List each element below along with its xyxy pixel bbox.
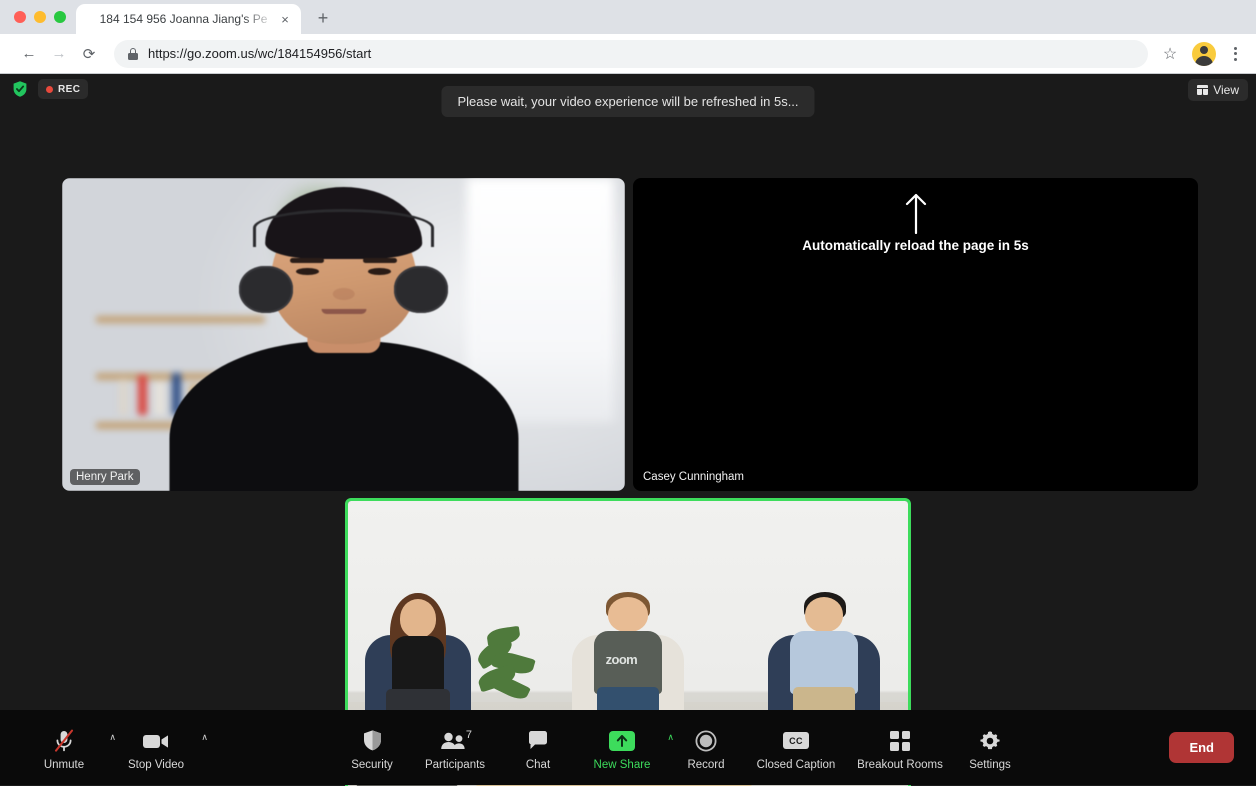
- settings-label: Settings: [969, 758, 1011, 771]
- recording-indicator[interactable]: REC: [38, 79, 89, 99]
- cc-icon-text: CC: [783, 732, 809, 749]
- grid-squares-icon: [890, 729, 910, 753]
- back-button[interactable]: ←: [14, 39, 44, 69]
- gear-icon: [979, 729, 1001, 753]
- record-button[interactable]: Record: [668, 725, 744, 771]
- security-button[interactable]: Security: [334, 725, 410, 771]
- address-bar[interactable]: https://go.zoom.us/wc/184154956/start: [114, 39, 1148, 68]
- closed-caption-label: Closed Caption: [756, 758, 836, 771]
- window-traffic-lights: [10, 0, 76, 34]
- video-stage: Henry Park Automatically reload the page…: [0, 74, 1256, 786]
- henry-park-person: [62, 178, 625, 491]
- bookmark-star-icon[interactable]: ☆: [1156, 40, 1184, 68]
- refresh-toast: Please wait, your video experience will …: [441, 86, 815, 117]
- participants-button[interactable]: 7 Participants: [410, 725, 500, 771]
- breakout-rooms-button[interactable]: Breakout Rooms: [848, 725, 952, 771]
- browser-chrome: 184 154 956 Joanna Jiang's Pe × + ← → ⟳ …: [0, 0, 1256, 74]
- participants-icon: 7: [440, 728, 472, 753]
- reload-notice-text: Automatically reload the page in 5s: [802, 238, 1029, 253]
- new-tab-button[interactable]: +: [309, 4, 337, 32]
- stop-video-button[interactable]: ∧ Stop Video: [110, 725, 208, 771]
- video-tile-henry-park[interactable]: Henry Park: [62, 178, 625, 491]
- plant-decor: [471, 623, 544, 715]
- recording-dot-icon: [46, 85, 53, 93]
- reload-notice: Automatically reload the page in 5s: [633, 192, 1198, 253]
- forward-button[interactable]: →: [44, 39, 74, 69]
- kebab-menu-icon[interactable]: [1224, 40, 1246, 68]
- unmute-label: Unmute: [43, 758, 85, 771]
- microphone-muted-icon: [53, 729, 75, 753]
- tab-title: 184 154 956 Joanna Jiang's Pe: [99, 12, 268, 26]
- share-screen-icon: [609, 729, 635, 753]
- maximize-window-button[interactable]: [54, 11, 66, 23]
- cc-icon: CC: [783, 729, 809, 753]
- browser-tab[interactable]: 184 154 956 Joanna Jiang's Pe ×: [76, 4, 301, 34]
- toolbar-center-group: Security 7 Participants Chat ∧ New Share…: [334, 725, 1028, 771]
- participants-count: 7: [465, 728, 472, 741]
- video-options-caret-icon[interactable]: ∧: [201, 732, 208, 742]
- profile-avatar-icon[interactable]: [1192, 41, 1216, 66]
- zoom-shirt-logo: zoom: [605, 651, 638, 667]
- end-meeting-button[interactable]: End: [1169, 732, 1234, 763]
- toolbar-left-group: ∧ Unmute ∧ Stop Video: [0, 725, 208, 771]
- up-arrow-icon: [903, 192, 929, 235]
- settings-button[interactable]: Settings: [952, 725, 1028, 771]
- toolbar-right-group: End: [1169, 732, 1234, 763]
- headphone-left-cup: [239, 265, 293, 313]
- tile-label-henry-park: Henry Park: [70, 469, 140, 485]
- tab-close-icon[interactable]: ×: [277, 11, 293, 27]
- lock-icon: [128, 47, 138, 60]
- encryption-shield-icon[interactable]: [10, 79, 30, 99]
- security-label: Security: [351, 758, 393, 771]
- zoom-meeting-window: REC View Please wait, your video experie…: [0, 74, 1256, 786]
- tile-label-casey-cunningham: Casey Cunningham: [643, 471, 745, 483]
- address-bar-url: https://go.zoom.us/wc/184154956/start: [148, 46, 372, 61]
- stop-video-label: Stop Video: [127, 758, 185, 771]
- browser-toolbar: ← → ⟳ https://go.zoom.us/wc/184154956/st…: [0, 34, 1256, 74]
- tab-strip: 184 154 956 Joanna Jiang's Pe × +: [0, 0, 1256, 34]
- new-share-label: New Share: [593, 758, 651, 771]
- breakout-rooms-label: Breakout Rooms: [857, 758, 943, 771]
- record-label: Record: [687, 758, 725, 771]
- view-button-label: View: [1213, 83, 1239, 97]
- minimize-window-button[interactable]: [34, 11, 46, 23]
- shield-icon: [362, 729, 383, 753]
- video-tile-casey-cunningham[interactable]: Automatically reload the page in 5s Case…: [633, 178, 1198, 491]
- recording-label: REC: [58, 83, 81, 95]
- closed-caption-button[interactable]: CC Closed Caption: [744, 725, 848, 771]
- record-circle-icon: [695, 729, 717, 753]
- layout-view-icon: [1197, 85, 1209, 95]
- meeting-toolbar: ∧ Unmute ∧ Stop Video Security 7 Partici…: [0, 710, 1256, 785]
- unmute-button[interactable]: ∧ Unmute: [18, 725, 116, 771]
- chat-label: Chat: [525, 758, 551, 771]
- chat-button[interactable]: Chat: [500, 725, 576, 771]
- camera-icon: [142, 729, 170, 753]
- headphone-right-cup: [394, 265, 448, 313]
- participants-label: Participants: [424, 758, 486, 771]
- chat-bubble-icon: [527, 729, 549, 753]
- reload-button[interactable]: ⟳: [74, 39, 104, 69]
- view-layout-button[interactable]: View: [1188, 79, 1248, 101]
- close-window-button[interactable]: [14, 11, 26, 23]
- new-share-button[interactable]: ∧ New Share: [576, 725, 674, 771]
- henry-park-video-frame: [62, 178, 625, 491]
